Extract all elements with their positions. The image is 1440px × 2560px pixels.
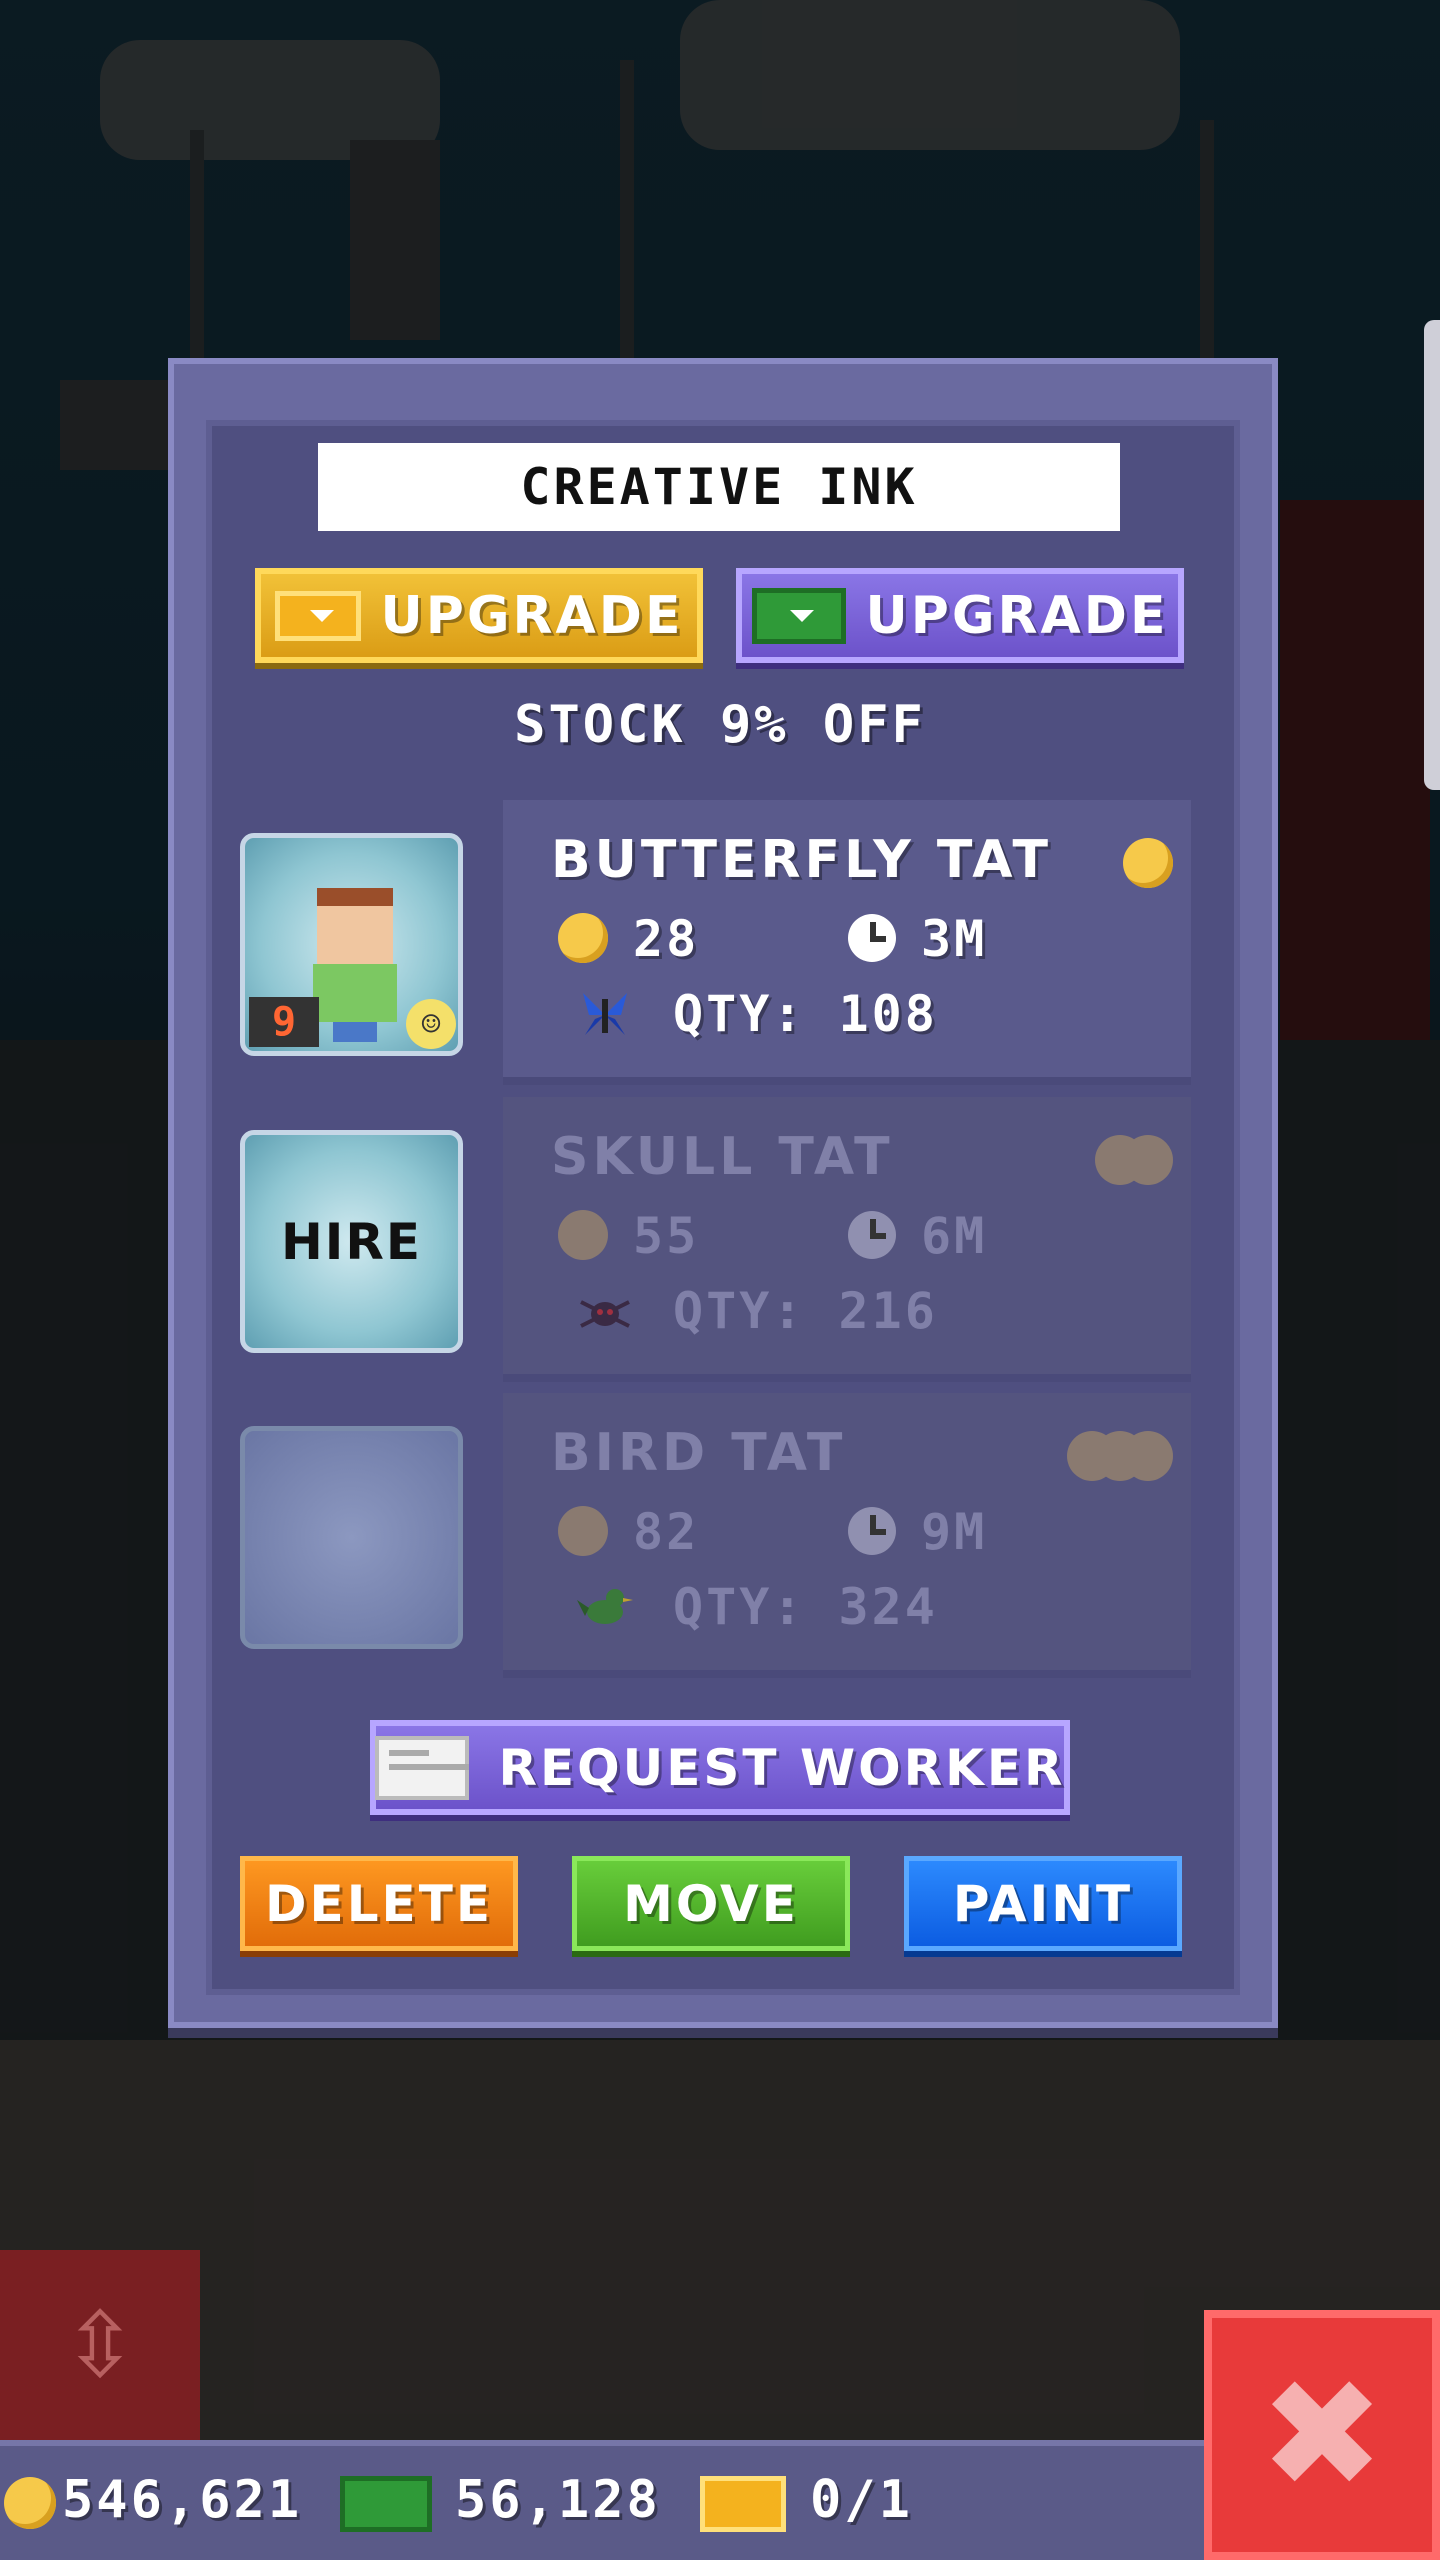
request-worker-button[interactable]: REQUEST WORKER	[370, 1720, 1070, 1815]
close-icon: ✖	[1259, 2348, 1385, 2522]
product-tier-coins	[1123, 838, 1173, 888]
golden-ticket-icon	[700, 2476, 786, 2532]
request-worker-label: REQUEST WORKER	[498, 1738, 1066, 1797]
butterfly-icon	[583, 993, 627, 1035]
product-time: 3M	[921, 910, 988, 968]
bird-icon	[577, 1589, 633, 1624]
worker-slot-empty	[240, 1426, 463, 1649]
spider-icon	[580, 1300, 630, 1328]
product-name: BUTTERFLY TAT	[551, 830, 1052, 890]
product-cost: 28	[633, 910, 700, 968]
envelope-icon	[374, 1735, 469, 1800]
product-cost: 55	[633, 1207, 700, 1265]
coin-icon	[1123, 1431, 1173, 1481]
close-button[interactable]: ✖	[1204, 2310, 1440, 2560]
coin-icon	[558, 1506, 608, 1556]
move-button[interactable]: MOVE	[572, 1856, 850, 1951]
stock-discount: STOCK 9% OFF	[514, 695, 926, 755]
product-tier-coins	[1067, 1431, 1173, 1481]
product-qty: QTY: 108	[673, 985, 938, 1043]
coin-icon	[4, 2477, 56, 2529]
golden-ticket-icon	[274, 590, 361, 641]
business-title: CREATIVE INK	[318, 443, 1120, 531]
tower-bux-icon	[751, 587, 846, 644]
coin-icon	[1123, 838, 1173, 888]
clock-icon	[848, 1211, 896, 1259]
bux-count: 56,128	[455, 2470, 661, 2530]
happy-face-icon: ☺	[406, 999, 456, 1049]
upgrade-gold-label: UPGRADE	[380, 585, 684, 646]
coins-count: 546,621	[62, 2470, 303, 2530]
worker-level-badge: 9	[249, 997, 319, 1047]
product-name: SKULL TAT	[551, 1127, 894, 1187]
product-qty: QTY: 324	[673, 1578, 938, 1636]
clock-icon	[848, 1507, 896, 1555]
coin-icon	[558, 1210, 608, 1260]
hire-button[interactable]: HIRE	[240, 1130, 463, 1353]
product-card[interactable]: BUTTERFLY TAT 28 3M QTY: 108	[503, 800, 1191, 1085]
product-card[interactable]: BIRD TAT 82 9M QTY: 324	[503, 1393, 1191, 1678]
paint-button[interactable]: PAINT	[904, 1856, 1182, 1951]
product-time: 9M	[921, 1503, 988, 1561]
coin-icon	[558, 913, 608, 963]
worker-legs	[333, 1022, 377, 1042]
delete-button[interactable]: DELETE	[240, 1856, 518, 1951]
clock-icon	[848, 914, 896, 962]
product-time: 6M	[921, 1207, 988, 1265]
worker-avatar	[317, 888, 393, 964]
product-card[interactable]: SKULL TAT 55 6M QTY: 216	[503, 1097, 1191, 1382]
product-name: BIRD TAT	[551, 1423, 847, 1483]
tickets-count: 0/1	[810, 2470, 913, 2530]
product-tier-coins	[1095, 1135, 1173, 1185]
product-qty: QTY: 216	[673, 1282, 938, 1340]
tower-bux-icon	[340, 2476, 432, 2532]
coin-icon	[1123, 1135, 1173, 1185]
up-down-arrows-icon: ⇳	[62, 2292, 138, 2398]
upgrade-bux-label: UPGRADE	[865, 585, 1169, 646]
elevator-button[interactable]: ⇳	[0, 2250, 200, 2440]
worker-slot-1[interactable]: 9 ☺	[240, 833, 463, 1056]
product-cost: 82	[633, 1503, 700, 1561]
upgrade-bux-button[interactable]: UPGRADE	[736, 568, 1184, 663]
upgrade-gold-button[interactable]: UPGRADE	[255, 568, 703, 663]
worker-body	[313, 964, 397, 1022]
side-tab[interactable]	[1424, 320, 1440, 790]
